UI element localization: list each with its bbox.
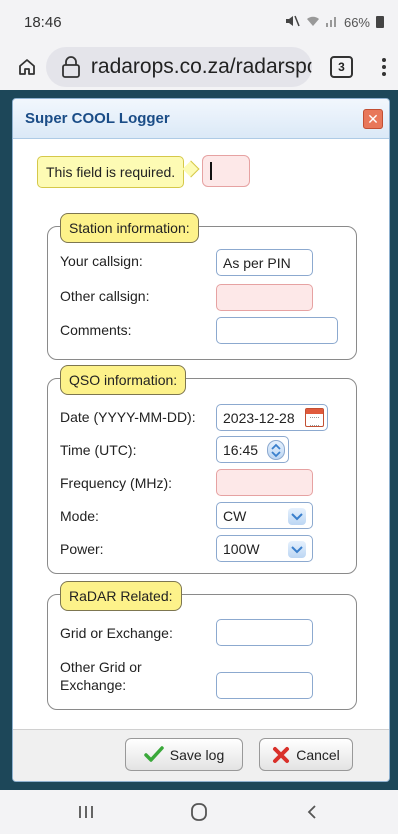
close-button[interactable]: ✕ <box>363 109 383 129</box>
other-callsign-label: Other callsign: <box>60 288 150 304</box>
chevron-down-icon <box>288 508 306 525</box>
checkmark-icon <box>144 745 164 762</box>
save-log-label: Save log <box>169 746 225 763</box>
menu-dot <box>382 65 387 69</box>
dialog-footer: Save log Cancel <box>13 729 389 781</box>
browser-toolbar: radarops.co.za/radarspor 3 <box>0 44 398 90</box>
comments-input[interactable] <box>216 317 338 344</box>
frequency-input[interactable] <box>216 469 313 496</box>
home-circle-icon <box>191 803 207 821</box>
chevron-down-icon <box>288 541 306 558</box>
dialog-title: Super COOL Logger <box>25 110 170 127</box>
radar-related-legend: RaDAR Related: <box>60 581 182 611</box>
power-label: Power: <box>60 541 104 557</box>
battery-percent: 66% <box>343 14 370 30</box>
grid-exchange-label: Grid or Exchange: <box>60 625 173 641</box>
dialog-titlebar: Super COOL Logger ✕ <box>13 99 389 139</box>
tab-switcher-button[interactable]: 3 <box>330 56 353 78</box>
time-label: Time (UTC): <box>60 442 137 458</box>
mode-value: CW <box>223 507 247 524</box>
your-callsign-label: Your callsign: <box>60 253 143 269</box>
menu-dot <box>382 72 387 76</box>
browser-menu-button[interactable] <box>371 58 398 76</box>
back-button[interactable] <box>292 792 332 832</box>
mode-select[interactable]: CW <box>216 502 313 529</box>
qso-information-fieldset: QSO information: Date (YYYY-MM-DD): 2023… <box>47 365 357 574</box>
signal-icon <box>325 15 338 30</box>
qso-information-legend: QSO information: <box>60 365 187 395</box>
url-text: radarops.co.za/radarspor <box>90 55 313 78</box>
recent-apps-button[interactable] <box>66 792 106 832</box>
station-information-legend: Station information: <box>60 213 199 243</box>
dialog-body: This field is required. Station informat… <box>13 140 389 729</box>
your-callsign-input[interactable]: As per PIN <box>216 249 313 276</box>
other-grid-label-line2: Exchange: <box>60 677 127 693</box>
recent-apps-icon <box>79 806 94 818</box>
battery-icon <box>376 16 384 28</box>
cancel-label: Cancel <box>296 746 340 763</box>
other-grid-exchange-input[interactable] <box>216 672 313 699</box>
calendar-icon[interactable] <box>305 408 324 427</box>
text-cursor <box>210 162 212 180</box>
menu-dot <box>382 58 387 62</box>
grid-exchange-input[interactable] <box>216 619 313 646</box>
save-log-button[interactable]: Save log <box>125 738 243 771</box>
lock-icon <box>58 47 83 87</box>
time-value: 16:45 <box>223 441 259 458</box>
back-chevron-icon <box>307 805 316 819</box>
time-input[interactable]: 16:45 <box>216 436 289 463</box>
status-bar: 18:46 66% <box>0 0 398 44</box>
power-value: 100W <box>223 540 260 557</box>
status-time: 18:46 <box>24 13 62 31</box>
power-select[interactable]: 100W <box>216 535 313 562</box>
home-icon <box>19 59 36 75</box>
comments-label: Comments: <box>60 322 132 338</box>
other-callsign-input[interactable] <box>216 284 313 311</box>
close-icon: ✕ <box>367 110 379 127</box>
cancel-x-icon <box>273 746 290 763</box>
other-grid-label-line1: Other Grid or <box>60 659 142 675</box>
date-label: Date (YYYY-MM-DD): <box>60 409 196 425</box>
home-nav-button[interactable] <box>179 792 219 832</box>
home-button[interactable] <box>8 44 46 90</box>
address-bar[interactable]: radarops.co.za/radarspor <box>46 47 313 87</box>
tooltip-arrow <box>182 160 200 178</box>
date-value: 2023-12-28 <box>223 409 295 426</box>
mute-icon <box>284 14 300 31</box>
date-input[interactable]: 2023-12-28 <box>216 404 328 431</box>
radar-related-fieldset: RaDAR Related: Grid or Exchange: Other G… <box>47 581 357 710</box>
cancel-button[interactable]: Cancel <box>259 738 353 771</box>
status-icons: 66% <box>284 14 384 31</box>
logger-dialog: Super COOL Logger ✕ This field is requir… <box>12 98 390 782</box>
system-navigation-bar <box>0 790 398 834</box>
station-information-fieldset: Station information: Your callsign: As p… <box>47 213 357 360</box>
validation-tooltip: This field is required. <box>37 156 185 188</box>
mode-label: Mode: <box>60 508 99 524</box>
wifi-icon <box>306 15 320 30</box>
spinner-icon[interactable] <box>267 440 285 460</box>
frequency-label: Frequency (MHz): <box>60 475 173 491</box>
required-field-input[interactable] <box>202 155 250 187</box>
